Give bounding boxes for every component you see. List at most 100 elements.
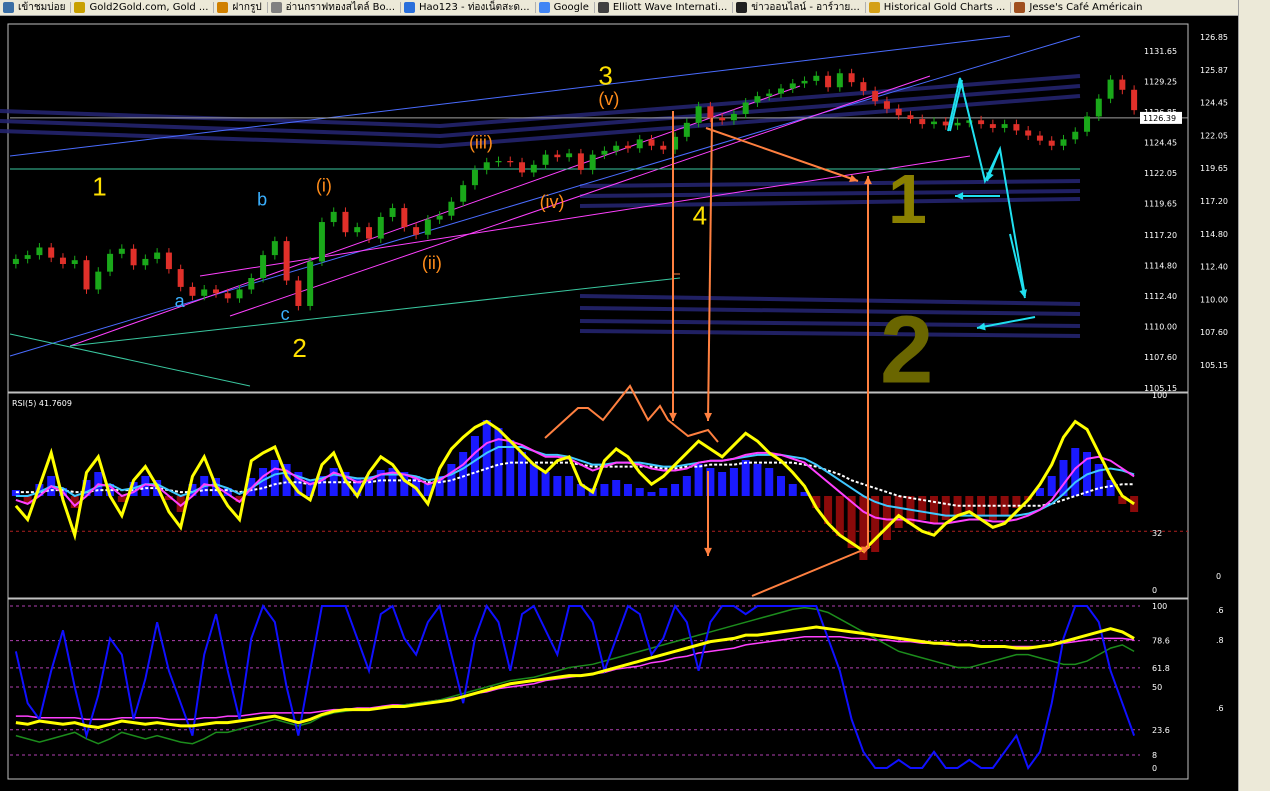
- secondary-axis-label: 117.20: [1200, 197, 1228, 206]
- candle-body: [848, 73, 855, 83]
- rsi-title: RSI(5) 41.7609: [12, 399, 72, 408]
- bookmark-item[interactable]: ข่าวออนไลน์ - อาร์วาย...: [733, 0, 865, 15]
- candle-body: [825, 75, 832, 88]
- wave-label: (v): [598, 89, 619, 109]
- bookmark-item[interactable]: Historical Gold Charts ...: [866, 2, 1011, 13]
- bookmark-label: Gold2Gold.com, Gold ...: [89, 2, 209, 13]
- bookmark-label: Jesse's Café Américain: [1029, 2, 1143, 13]
- candle-body: [978, 120, 985, 125]
- rsi-histogram-bar: [270, 460, 279, 496]
- bookmark-item[interactable]: Jesse's Café Américain: [1011, 2, 1147, 13]
- bookmark-favicon-icon: [1014, 2, 1026, 13]
- candle-body: [554, 154, 561, 158]
- bookmark-favicon-icon: [270, 2, 282, 13]
- bookmark-item[interactable]: เข้าชมบ่อย: [0, 0, 70, 15]
- candle-body: [483, 162, 490, 170]
- wave-label: b: [257, 190, 267, 210]
- rsi-histogram-bar: [506, 440, 515, 496]
- candle-body: [142, 258, 149, 266]
- bookmark-label: Elliott Wave Internati...: [612, 2, 728, 13]
- bookmark-item[interactable]: Google: [536, 2, 594, 13]
- bookmark-item[interactable]: ฝากรูป: [214, 0, 266, 15]
- candle-body: [471, 169, 478, 186]
- price-axis-label: 1119.65: [1144, 200, 1177, 209]
- oscillator-axis-label: 100: [1152, 602, 1167, 611]
- candle-body: [683, 122, 690, 137]
- rsi-histogram-bar: [682, 476, 691, 496]
- bookmark-item[interactable]: Hao123 - ท่องเน็ตสะด...: [401, 0, 535, 15]
- candle-body: [201, 289, 208, 296]
- bookmark-label: ฝากรูป: [232, 2, 262, 13]
- bookmark-favicon-icon: [217, 2, 229, 13]
- secondary-axis-label: 110.00: [1200, 295, 1228, 304]
- candle-body: [1025, 130, 1032, 136]
- rsi-histogram-bar: [930, 496, 939, 524]
- candle-body: [530, 164, 537, 173]
- candle-body: [919, 119, 926, 125]
- candle-body: [342, 211, 349, 233]
- price-axis-label: 1110.00: [1144, 322, 1177, 331]
- oscillator-axis-label: 23.6: [1152, 726, 1170, 735]
- vertical-scrollbar[interactable]: [1238, 0, 1270, 791]
- candle-body: [118, 248, 125, 254]
- candle-body: [707, 106, 714, 118]
- rsi-histogram-bar: [671, 484, 680, 496]
- chart-area: 1131.651129.251126.851124.451122.051119.…: [0, 16, 1238, 791]
- candle-body: [71, 260, 78, 265]
- rsi-histogram-bar: [623, 484, 632, 496]
- candle-body: [1131, 89, 1138, 111]
- bookmark-favicon-icon: [868, 2, 880, 13]
- candle-body: [354, 227, 361, 233]
- rsi-axis-label: 0: [1152, 586, 1157, 595]
- candle-body: [36, 247, 43, 256]
- rsi-histogram-bar: [694, 464, 703, 496]
- candle-body: [648, 139, 655, 146]
- candle-body: [777, 88, 784, 94]
- candle-body: [1084, 116, 1091, 132]
- candle-body: [1107, 79, 1114, 99]
- candle-body: [507, 161, 514, 163]
- candle-body: [589, 154, 596, 170]
- candle-body: [954, 122, 961, 126]
- candle-body: [271, 241, 278, 256]
- bookmark-item[interactable]: Gold2Gold.com, Gold ...: [71, 2, 213, 13]
- bookmark-label: ข่าวออนไลน์ - อาร์วาย...: [751, 2, 860, 13]
- wave-label: 3: [598, 61, 612, 91]
- candle-body: [577, 153, 584, 170]
- candle-body: [942, 121, 949, 126]
- price-axis-label: 1114.80: [1144, 261, 1177, 270]
- candle-body: [1095, 98, 1102, 117]
- candle-body: [165, 252, 172, 270]
- price-axis-label: 1122.05: [1144, 169, 1177, 178]
- rsi-histogram-bar: [718, 472, 727, 496]
- bookmark-item[interactable]: Elliott Wave Internati...: [595, 2, 732, 13]
- oscillator-axis-label: 61.8: [1152, 664, 1170, 673]
- candle-body: [436, 215, 443, 220]
- candle-body: [754, 96, 761, 103]
- candle-body: [307, 261, 314, 306]
- wave-label: (ii): [422, 253, 442, 273]
- bookmark-favicon-icon: [538, 2, 550, 13]
- candle-body: [719, 117, 726, 121]
- rsi-histogram-bar: [470, 436, 479, 496]
- rsi-histogram-bar: [600, 484, 609, 496]
- candle-body: [189, 286, 196, 296]
- rsi-histogram-bar: [482, 420, 491, 496]
- wave-label: (i): [316, 176, 332, 196]
- candle-body: [295, 280, 302, 306]
- oscillator-axis-label: 78.6: [1152, 637, 1170, 646]
- candle-body: [177, 269, 184, 287]
- bookmark-item[interactable]: อ่านกราฟทองสไตล์ Bo...: [268, 0, 400, 15]
- candle-body: [566, 153, 573, 158]
- oscillator-axis-label: 8: [1152, 751, 1157, 760]
- secondary-axis-label: 122.05: [1200, 131, 1228, 140]
- candle-body: [730, 113, 737, 121]
- rsi-histogram-bar: [965, 496, 974, 512]
- bookmark-favicon-icon: [597, 2, 609, 13]
- candle-body: [130, 248, 137, 266]
- candle-body: [860, 82, 867, 92]
- rsi-histogram-bar: [659, 488, 668, 496]
- candle-body: [1072, 131, 1079, 140]
- rsi-histogram-bar: [765, 468, 774, 496]
- candle-body: [236, 289, 243, 299]
